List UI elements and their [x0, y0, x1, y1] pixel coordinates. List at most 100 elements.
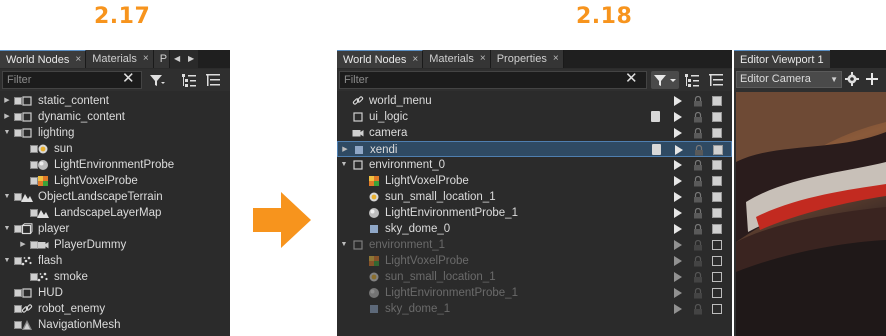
lock-icon[interactable]	[692, 159, 704, 171]
play-icon[interactable]	[672, 191, 684, 203]
play-icon[interactable]	[673, 144, 685, 156]
visibility-checkbox[interactable]	[711, 271, 723, 283]
tree-row[interactable]: LightVoxelProbe	[337, 173, 732, 189]
lock-icon[interactable]	[693, 144, 705, 156]
tab-world-nodes[interactable]: World Nodes ×	[0, 50, 87, 68]
expand-down-icon[interactable]: ▼	[340, 237, 348, 253]
lock-icon[interactable]	[692, 239, 704, 251]
expand-down-icon[interactable]: ▼	[3, 221, 11, 237]
lock-icon[interactable]	[692, 127, 704, 139]
tree-row[interactable]: LightEnvironmentProbe_1	[337, 285, 732, 301]
close-icon[interactable]: ×	[480, 50, 486, 68]
lock-icon[interactable]	[692, 191, 704, 203]
tab-scroll-right-icon[interactable]: ▶	[184, 50, 199, 68]
play-icon[interactable]	[672, 175, 684, 187]
tree-row[interactable]: ▼ environment_0	[337, 157, 732, 173]
expand-right-icon[interactable]: ▶	[341, 142, 349, 158]
tree-view-icon[interactable]	[204, 71, 222, 89]
tree-row[interactable]: ▼ lighting	[0, 125, 230, 141]
expand-down-icon[interactable]: ▼	[340, 157, 348, 173]
tree-row[interactable]: sky_dome_1	[337, 301, 732, 317]
play-icon[interactable]	[672, 255, 684, 267]
tree-row[interactable]: sun_small_location_1	[337, 269, 732, 285]
lock-icon[interactable]	[692, 255, 704, 267]
tree-row[interactable]: world_menu	[337, 93, 732, 109]
gear-icon[interactable]	[845, 72, 859, 86]
visibility-checkbox[interactable]	[711, 111, 723, 123]
visibility-checkbox[interactable]	[711, 207, 723, 219]
play-icon[interactable]	[672, 207, 684, 219]
close-icon[interactable]: ×	[553, 50, 559, 68]
tree-row[interactable]: HUD	[0, 285, 230, 301]
tree-row[interactable]: sun_small_location_1	[337, 189, 732, 205]
hierarchy-icon[interactable]	[683, 71, 701, 89]
visibility-checkbox[interactable]	[711, 303, 723, 315]
tab-scroll-left-icon[interactable]: ◀	[170, 50, 185, 68]
tree-row[interactable]: smoke	[0, 269, 230, 285]
camera-select[interactable]: Editor Camera ▼	[736, 71, 842, 88]
hierarchy-icon[interactable]	[180, 71, 198, 89]
close-icon[interactable]: ×	[412, 51, 418, 69]
play-icon[interactable]	[672, 271, 684, 283]
lock-icon[interactable]	[692, 287, 704, 299]
tree-row[interactable]: ▼ player	[0, 221, 230, 237]
tree-row[interactable]: LightVoxelProbe	[337, 253, 732, 269]
filter-funnel-button[interactable]	[651, 71, 679, 89]
tree-row[interactable]: LandscapeLayerMap	[0, 205, 230, 221]
tree-row[interactable]: robot_enemy	[0, 301, 230, 317]
viewport-render[interactable]	[736, 92, 886, 336]
play-icon[interactable]	[672, 127, 684, 139]
tree-row[interactable]: sun	[0, 141, 230, 157]
visibility-checkbox[interactable]	[711, 191, 723, 203]
tree-row[interactable]: ▼ environment_1	[337, 237, 732, 253]
visibility-checkbox[interactable]	[711, 95, 723, 107]
filter-input[interactable]: Filter	[339, 71, 647, 89]
expand-down-icon[interactable]: ▼	[3, 189, 11, 205]
tree-row[interactable]: ▼ ObjectLandscapeTerrain	[0, 189, 230, 205]
visibility-checkbox[interactable]	[711, 127, 723, 139]
tree-row[interactable]: ▶ dynamic_content	[0, 109, 230, 125]
visibility-checkbox[interactable]	[711, 223, 723, 235]
expand-down-icon[interactable]: ▼	[3, 125, 11, 141]
tab-world-nodes[interactable]: World Nodes ×	[337, 50, 424, 69]
tree-row[interactable]: ▼ flash	[0, 253, 230, 269]
play-icon[interactable]	[672, 223, 684, 235]
lock-icon[interactable]	[692, 95, 704, 107]
play-icon[interactable]	[672, 303, 684, 315]
tree-row[interactable]: LightVoxelProbe	[0, 173, 230, 189]
tree-row[interactable]: ui_logic	[337, 109, 732, 125]
tab-materials[interactable]: Materials ×	[423, 50, 491, 68]
visibility-checkbox[interactable]	[711, 175, 723, 187]
tree-row[interactable]: LightEnvironmentProbe	[0, 157, 230, 173]
clear-filter-icon[interactable]: ✕	[625, 70, 638, 88]
visibility-checkbox[interactable]	[711, 159, 723, 171]
lock-icon[interactable]	[692, 175, 704, 187]
lock-icon[interactable]	[692, 207, 704, 219]
tab-materials[interactable]: Materials ×	[86, 50, 154, 68]
lock-icon[interactable]	[692, 223, 704, 235]
visibility-checkbox[interactable]	[711, 287, 723, 299]
visibility-checkbox[interactable]	[711, 239, 723, 251]
expand-down-icon[interactable]: ▼	[3, 253, 11, 269]
expand-right-icon[interactable]: ▶	[3, 109, 11, 125]
tree-row[interactable]: NavigationMesh	[0, 317, 230, 333]
tab-editor-viewport[interactable]: Editor Viewport 1	[734, 50, 830, 68]
filter-funnel-icon[interactable]	[148, 71, 166, 89]
play-icon[interactable]	[672, 239, 684, 251]
filter-input[interactable]: Filter	[2, 71, 142, 89]
tree-row[interactable]: camera	[337, 125, 732, 141]
document-icon[interactable]	[652, 144, 661, 155]
tab-properties[interactable]: Properties ×	[490, 50, 564, 68]
play-icon[interactable]	[672, 111, 684, 123]
play-icon[interactable]	[672, 95, 684, 107]
lock-icon[interactable]	[692, 271, 704, 283]
lock-icon[interactable]	[692, 111, 704, 123]
visibility-checkbox[interactable]	[712, 144, 724, 156]
play-icon[interactable]	[672, 159, 684, 171]
add-icon[interactable]	[865, 72, 879, 86]
play-icon[interactable]	[672, 287, 684, 299]
close-icon[interactable]: ×	[143, 50, 149, 68]
expand-right-icon[interactable]: ▶	[19, 237, 27, 253]
tree-row[interactable]: sky_dome_0	[337, 221, 732, 237]
tree-view-icon[interactable]	[707, 71, 725, 89]
